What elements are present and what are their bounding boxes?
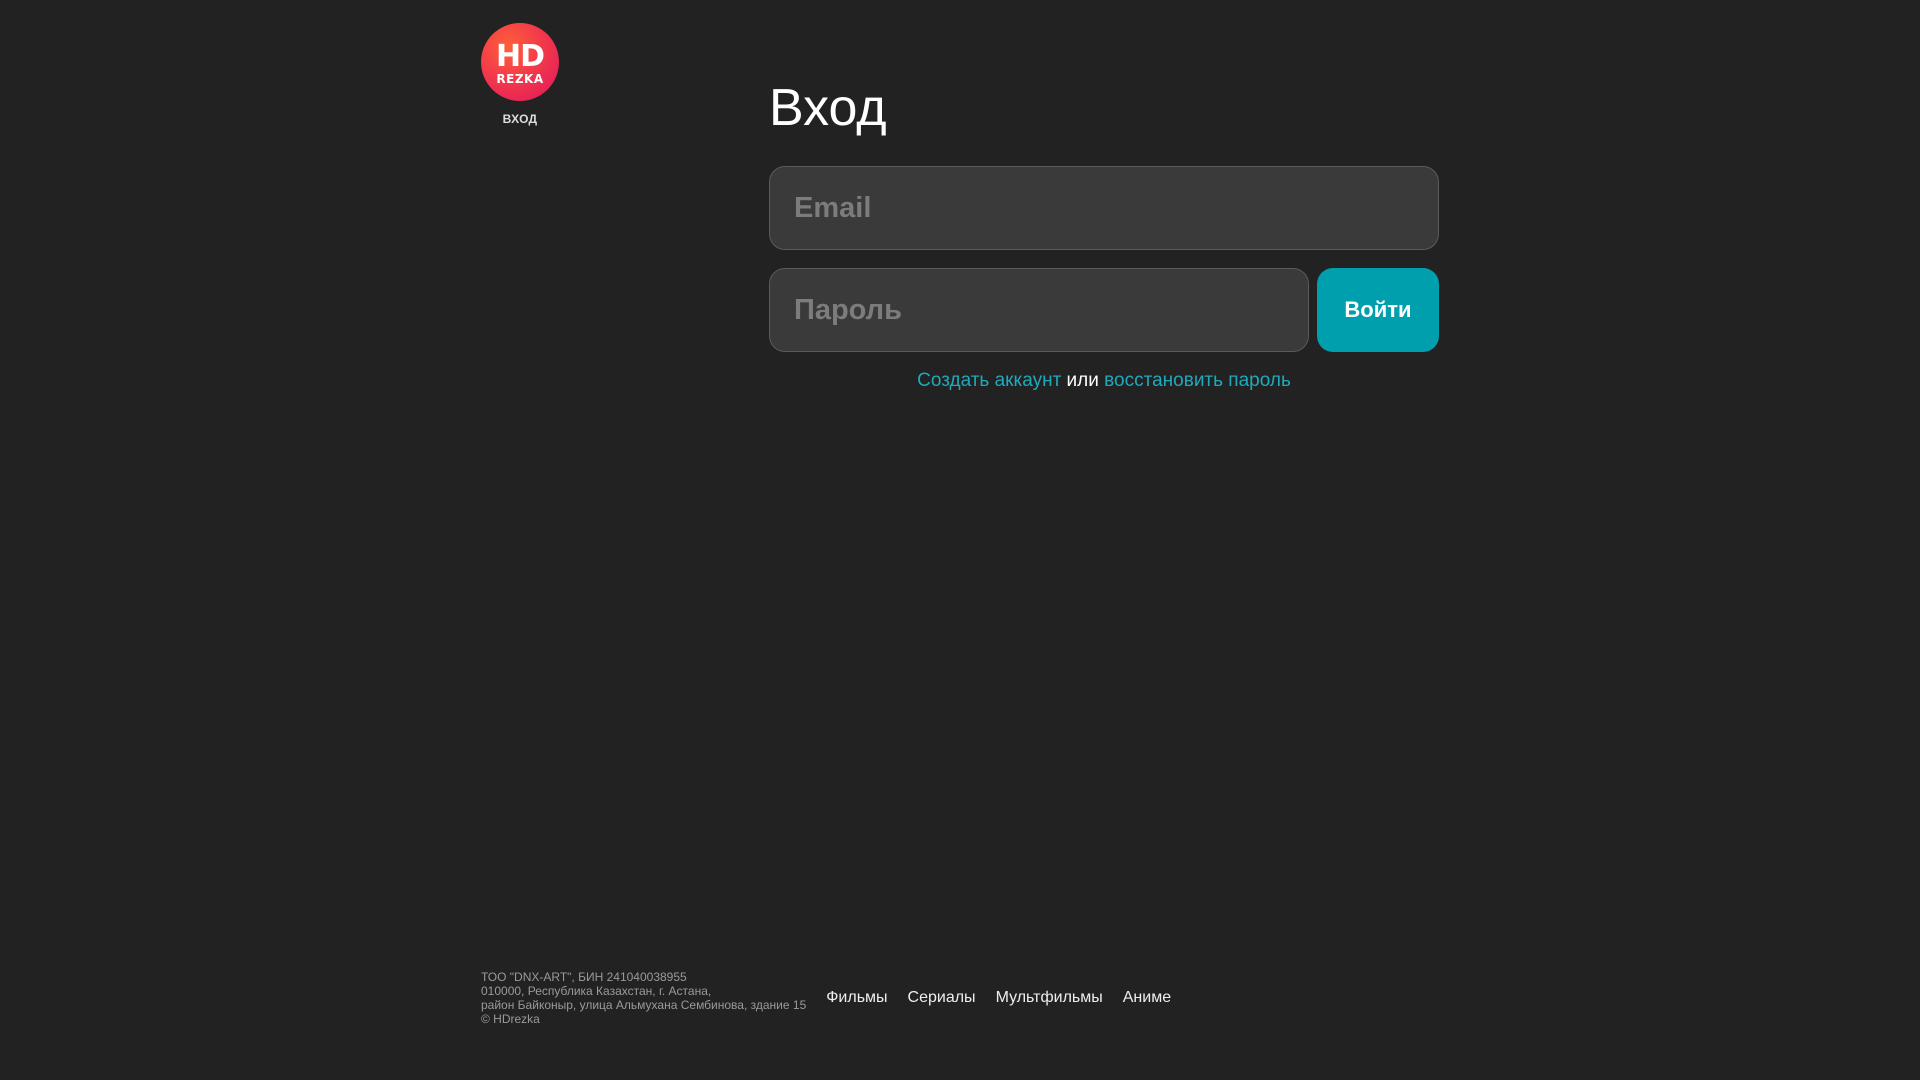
- footer-link-films[interactable]: Фильмы: [826, 989, 887, 1007]
- account-links: Создать аккаунт или восстановить пароль: [769, 370, 1439, 392]
- password-field[interactable]: [769, 268, 1309, 352]
- login-button[interactable]: Войти: [1317, 268, 1439, 352]
- logo-caption: вход: [502, 112, 538, 126]
- page: HD REZKA вход Вход Войти Создать аккаунт…: [0, 0, 1920, 1080]
- company-info-line: район Байконыр, улица Альмухана Сембинов…: [481, 998, 807, 1012]
- copyright: © HDrezka: [481, 1012, 540, 1026]
- password-row: Войти: [769, 268, 1439, 352]
- company-info: ТОО "DNX-ART", БИН 241040038955 010000, …: [481, 970, 806, 1026]
- footer-link-anime[interactable]: Аниме: [1123, 989, 1171, 1007]
- logo-hd-text: HD: [495, 38, 545, 74]
- or-text: или: [1061, 370, 1105, 391]
- email-field[interactable]: [769, 166, 1439, 250]
- footer: ТОО "DNX-ART", БИН 241040038955 010000, …: [481, 970, 1191, 1026]
- company-info-line: 010000, Республика Казахстан, г. Астана,: [481, 984, 712, 998]
- login-form: Вход Войти Создать аккаунт или восстанов…: [769, 76, 1439, 391]
- site-logo-link[interactable]: HD REZKA вход: [481, 23, 559, 126]
- page-title: Вход: [769, 79, 887, 137]
- logo-rezka-text: REZKA: [496, 71, 544, 86]
- create-account-link[interactable]: Создать аккаунт: [917, 370, 1061, 391]
- hdrezka-logo-icon: HD REZKA: [481, 23, 559, 101]
- footer-link-series[interactable]: Сериалы: [908, 989, 976, 1007]
- footer-link-cartoons[interactable]: Мультфильмы: [996, 989, 1103, 1007]
- footer-nav: Фильмы Сериалы Мультфильмы Аниме: [826, 989, 1191, 1007]
- restore-password-link[interactable]: восстановить пароль: [1104, 370, 1291, 391]
- company-info-line: ТОО "DNX-ART", БИН 241040038955: [481, 970, 687, 984]
